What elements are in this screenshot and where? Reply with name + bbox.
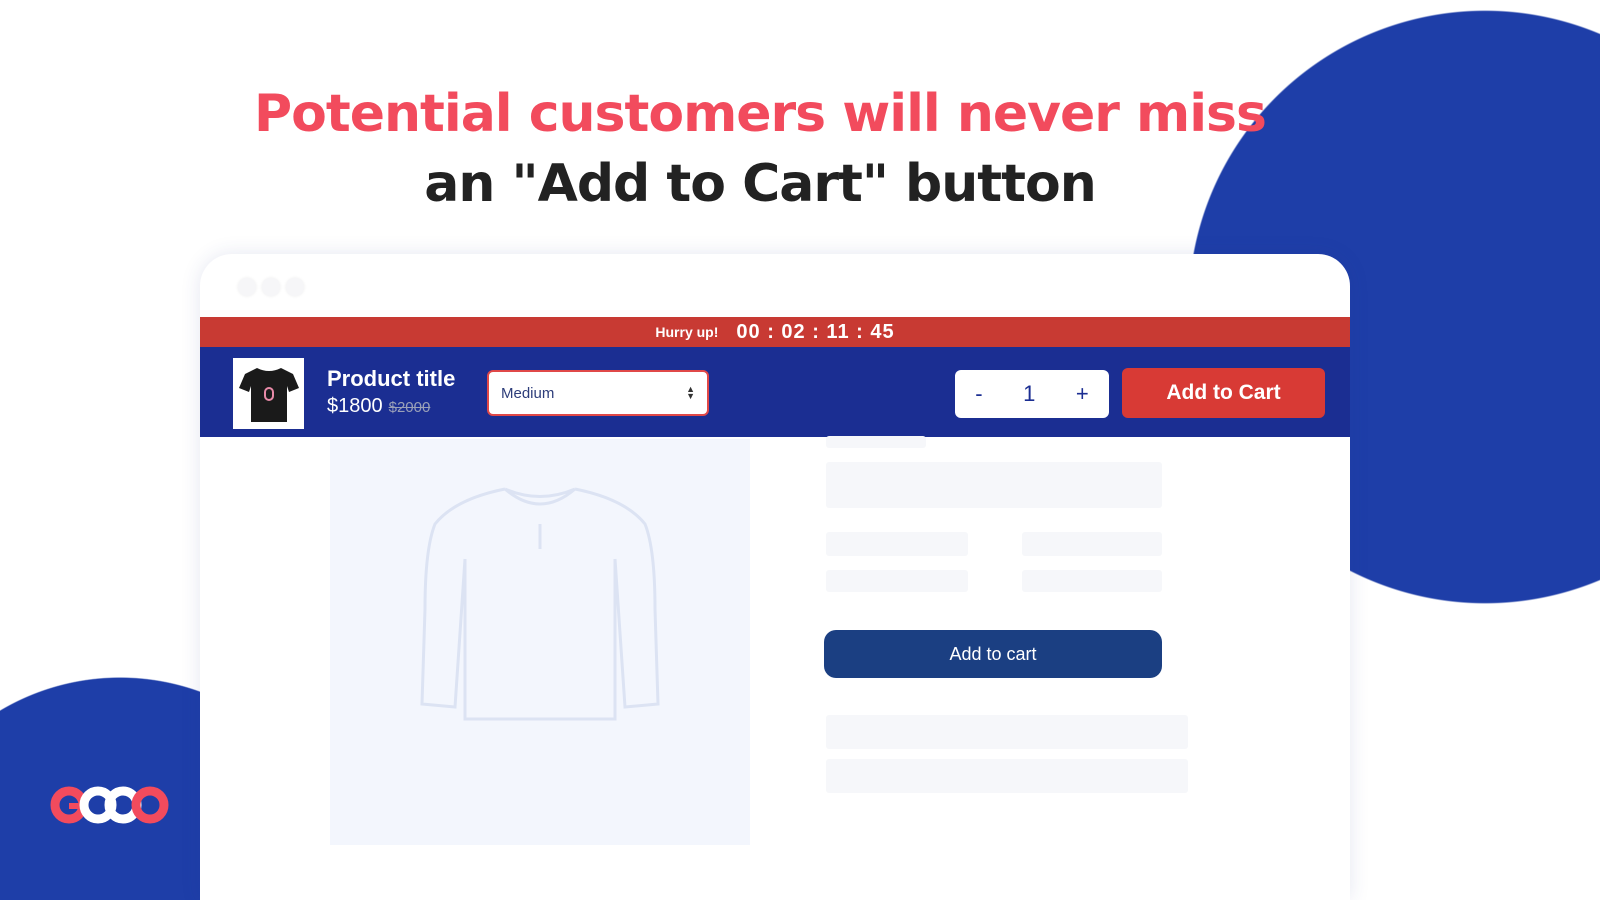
variant-value: Medium [501,384,555,402]
product-thumbnail [233,358,304,429]
sweater-icon [420,487,660,721]
sticky-add-to-cart-bar: Product title $1800 $2000 Medium ▲ ▼ - 1 + … [200,347,1350,437]
quantity-value[interactable]: 1 [1023,381,1035,407]
window-dot [286,278,304,296]
add-to-cart-button[interactable]: Add to cart [824,630,1162,678]
countdown-timer: 00 : 02 : 11 : 45 [736,320,895,343]
variant-select[interactable]: Medium ▲ ▼ [487,370,709,416]
skeleton-line [826,570,968,592]
hurry-label: Hurry up! [655,324,719,340]
skeleton-line [826,715,1188,749]
quantity-stepper: - 1 + [955,370,1109,418]
sticky-add-to-cart-button[interactable]: Add to Cart [1122,368,1325,418]
headline-line2: an "Add to Cart" button [424,154,1096,214]
tshirt-icon [238,367,299,422]
select-arrows-icon: ▲ ▼ [686,384,695,401]
skeleton-line [826,759,1188,793]
window-dot [262,278,280,296]
product-image-placeholder [330,439,750,845]
product-title: Product title [327,366,456,391]
countdown-bar: Hurry up! 00 : 02 : 11 : 45 [200,317,1350,347]
product-price: $1800 $2000 [327,395,430,418]
browser-window: Hurry up! 00 : 02 : 11 : 45 Product titl… [200,254,1350,900]
window-controls [238,278,304,296]
skeleton-line [826,436,926,448]
sale-price: $1800 [327,395,383,417]
window-dot [238,278,256,296]
skeleton-line [1022,570,1162,592]
compare-price: $2000 [388,399,431,416]
skeleton-line [826,532,968,556]
gooo-logo [50,786,170,829]
headline-line1: Potential customers will never miss [254,84,1267,144]
quantity-increase-button[interactable]: + [1076,381,1089,407]
quantity-decrease-button[interactable]: - [975,381,982,407]
skeleton-title [826,462,1162,508]
skeleton-line [1022,532,1162,556]
